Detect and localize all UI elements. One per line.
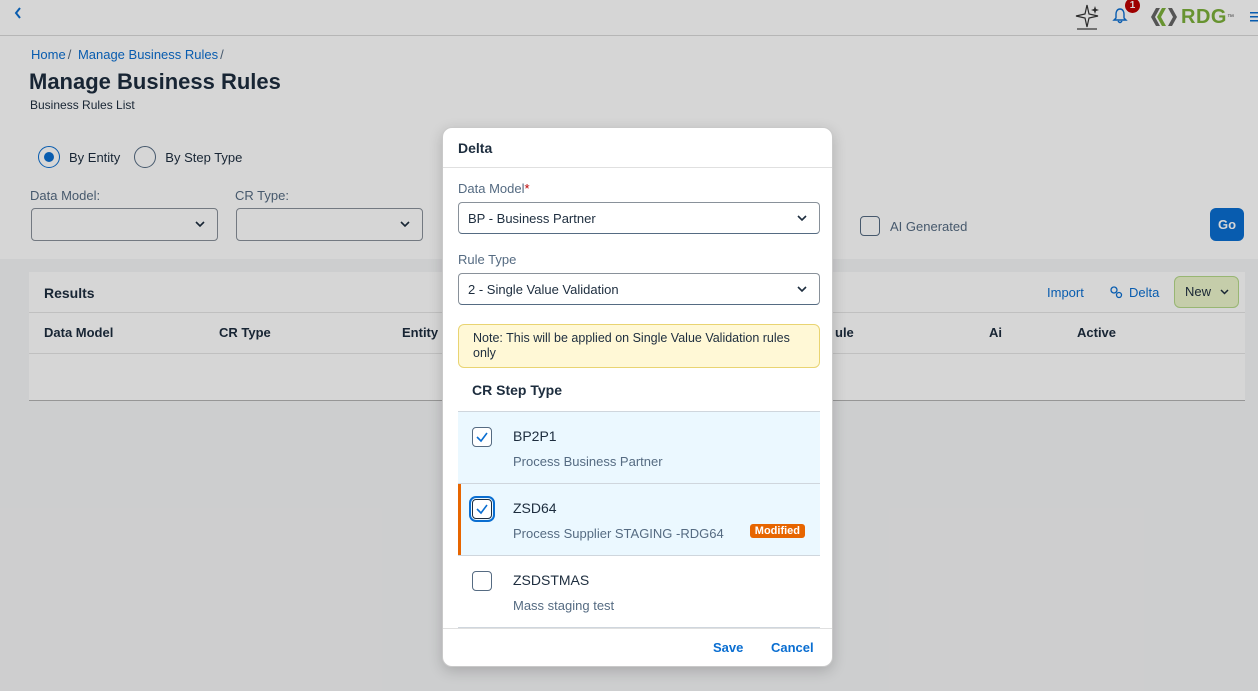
data-model-select[interactable]: BP - Business Partner — [458, 202, 820, 234]
checkbox[interactable] — [472, 571, 492, 591]
checkbox[interactable] — [472, 427, 492, 447]
rule-type-value: 2 - Single Value Validation — [468, 282, 619, 297]
step-code: ZSD64 — [513, 500, 557, 516]
cr-step-type-list: BP2P1 Process Business Partner ZSD64 Pro… — [458, 411, 820, 628]
modified-badge: Modified — [749, 524, 805, 538]
divider — [443, 628, 832, 629]
list-item[interactable]: ZSDSTMAS Mass staging test — [458, 556, 820, 628]
list-item[interactable]: BP2P1 Process Business Partner — [458, 412, 820, 484]
cancel-button[interactable]: Cancel — [771, 640, 814, 655]
step-description: Mass staging test — [513, 598, 615, 613]
rule-type-select[interactable]: 2 - Single Value Validation — [458, 273, 820, 305]
rule-type-label: Rule Type — [458, 252, 517, 267]
checkmark-icon — [476, 432, 488, 443]
step-code: BP2P1 — [513, 428, 557, 444]
chevron-down-icon — [797, 215, 807, 222]
cr-step-type-title: CR Step Type — [472, 382, 562, 398]
step-description: Process Business Partner — [513, 454, 663, 469]
data-model-value: BP - Business Partner — [468, 211, 596, 226]
dialog-title: Delta — [458, 140, 493, 156]
checkmark-icon — [476, 504, 488, 515]
divider — [443, 167, 832, 168]
step-description: Process Supplier STAGING -RDG64 — [513, 526, 724, 541]
chevron-down-icon — [797, 286, 807, 293]
step-code: ZSDSTMAS — [513, 572, 590, 588]
checkbox[interactable] — [469, 496, 495, 522]
info-note: Note: This will be applied on Single Val… — [458, 324, 820, 368]
save-button[interactable]: Save — [713, 640, 743, 655]
delta-dialog: Delta Data Model* BP - Business Partner … — [442, 127, 833, 667]
list-item[interactable]: ZSD64 Process Supplier STAGING -RDG64 Mo… — [458, 484, 820, 556]
required-mark: * — [524, 181, 530, 196]
data-model-label-text: Data Model — [458, 181, 525, 196]
data-model-label: Data Model* — [458, 181, 530, 196]
